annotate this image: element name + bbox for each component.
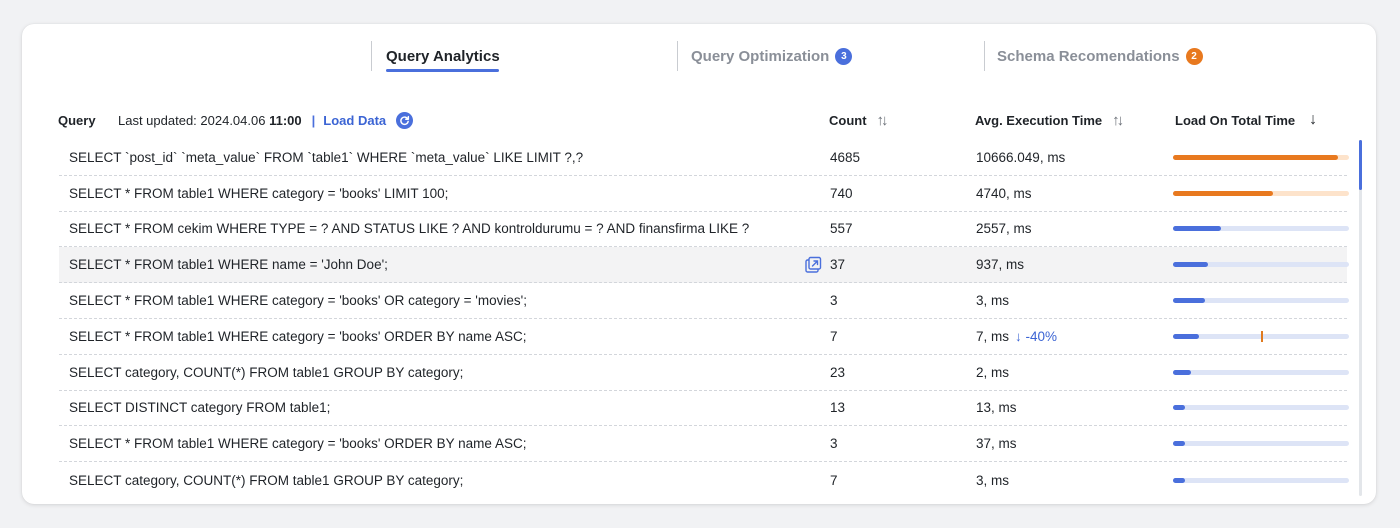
exec-time-value: 2, ms — [976, 364, 1010, 380]
load-bar — [1173, 405, 1349, 411]
load-bar — [1173, 441, 1349, 447]
load-bar — [1173, 154, 1349, 160]
query-header-label: Query — [58, 112, 96, 128]
load-bar-fill — [1173, 405, 1186, 411]
count-column-header[interactable]: Count ↑↓ — [829, 108, 889, 132]
table-row[interactable]: SELECT * FROM table1 WHERE name = 'John … — [59, 247, 1349, 284]
count-value: 3 — [830, 436, 838, 452]
load-bar-fill — [1173, 333, 1200, 339]
count-value: 13 — [830, 400, 846, 416]
load-bar — [1173, 190, 1349, 196]
load-bar-fill — [1173, 298, 1205, 304]
exec-time-value: 3, ms — [976, 472, 1010, 488]
trend-text: ↓ -40% — [1015, 328, 1058, 344]
tab-divider — [371, 41, 372, 71]
table-row[interactable]: SELECT category, COUNT(*) FROM table1 GR… — [59, 355, 1349, 391]
tab-label: Query Analytics — [386, 47, 500, 65]
query-text: SELECT * FROM cekim WHERE TYPE = ? AND S… — [69, 221, 750, 237]
sort-icon[interactable]: ↑↓ — [1112, 112, 1124, 129]
last-updated-time: 11:00 — [269, 112, 302, 128]
exec-time-value: 2557, ms — [976, 221, 1032, 237]
scrollbar[interactable] — [1359, 140, 1362, 496]
load-bar-fill — [1173, 477, 1186, 483]
load-bar-fill — [1173, 262, 1209, 268]
query-text: SELECT category, COUNT(*) FROM table1 GR… — [69, 364, 464, 380]
load-bar-fill — [1173, 154, 1339, 160]
load-header-label: Load On Total Time — [1175, 112, 1296, 128]
refresh-icon[interactable] — [396, 111, 414, 129]
count-value: 7 — [830, 472, 838, 488]
table-row[interactable]: SELECT * FROM table1 WHERE category = 'b… — [59, 319, 1349, 355]
sort-icon[interactable]: ↑↓ — [877, 112, 889, 129]
count-value: 740 — [830, 185, 853, 201]
load-bar — [1173, 330, 1349, 342]
exec-time-value: 7, ms — [976, 328, 1010, 344]
exec-time-value: 4740, ms — [976, 185, 1032, 201]
tab-label: Query Optimization — [691, 47, 830, 65]
active-tab-indicator — [386, 69, 499, 72]
table-row[interactable]: SELECT category, COUNT(*) FROM table1 GR… — [59, 462, 1349, 498]
exec-time-value: 10666.049, ms — [976, 149, 1066, 165]
count-badge: 3 — [835, 47, 853, 65]
exec-time-value: 937, ms — [976, 257, 1025, 273]
load-column-header[interactable]: Load On Total Time ↓ — [1175, 108, 1317, 132]
last-updated-text: Last updated: 2024.04.06 — [118, 112, 266, 128]
table-row[interactable]: SELECT * FROM table1 WHERE category = 'b… — [59, 283, 1349, 319]
count-value: 557 — [830, 221, 853, 237]
count-badge: 2 — [1185, 47, 1203, 65]
query-text: SELECT * FROM table1 WHERE category = 'b… — [69, 328, 527, 344]
load-bar — [1173, 477, 1349, 483]
load-bar-marker — [1261, 330, 1263, 342]
load-bar — [1173, 369, 1349, 375]
count-value: 23 — [830, 364, 846, 380]
table-row[interactable]: SELECT * FROM cekim WHERE TYPE = ? AND S… — [59, 212, 1349, 248]
load-bar-fill — [1173, 226, 1221, 232]
query-text: SELECT * FROM table1 WHERE category = 'b… — [69, 293, 527, 309]
tab-bar: Query Analytics Query Optimization 3 Sch… — [22, 24, 1376, 84]
exec-column-header[interactable]: Avg. Execution Time ↑↓ — [975, 108, 1124, 132]
load-bar — [1173, 226, 1349, 232]
tab-schema-recomendations[interactable]: Schema Recomendations 2 — [997, 40, 1203, 72]
open-external-icon[interactable] — [804, 256, 822, 274]
count-value: 7 — [830, 328, 838, 344]
exec-header-label: Avg. Execution Time — [975, 112, 1103, 128]
tab-label: Schema Recomendations — [997, 47, 1180, 65]
query-table: SELECT `post_id` `meta_value` FROM `tabl… — [59, 140, 1349, 498]
table-row[interactable]: SELECT `post_id` `meta_value` FROM `tabl… — [59, 140, 1349, 176]
load-bar — [1173, 262, 1349, 268]
query-text: SELECT * FROM table1 WHERE category = 'b… — [69, 185, 449, 201]
last-updated-bar: Last updated: 2024.04.06 11:00 | Load Da… — [118, 108, 414, 132]
sort-descending-icon[interactable]: ↓ — [1309, 111, 1317, 129]
query-text: SELECT category, COUNT(*) FROM table1 GR… — [69, 472, 464, 488]
table-row[interactable]: SELECT * FROM table1 WHERE category = 'b… — [59, 426, 1349, 463]
query-text: SELECT * FROM table1 WHERE category = 'b… — [69, 436, 527, 452]
tab-query-analytics[interactable]: Query Analytics — [386, 40, 500, 72]
query-text: SELECT * FROM table1 WHERE name = 'John … — [69, 257, 388, 273]
exec-time-value: 37, ms — [976, 436, 1017, 452]
query-analytics-card: Query Analytics Query Optimization 3 Sch… — [22, 24, 1376, 504]
scrollbar-thumb[interactable] — [1359, 140, 1362, 190]
load-data-link[interactable]: Load Data — [323, 113, 386, 128]
query-text: SELECT `post_id` `meta_value` FROM `tabl… — [69, 149, 584, 165]
count-header-label: Count — [829, 112, 867, 128]
tab-query-optimization[interactable]: Query Optimization 3 — [691, 40, 853, 72]
count-value: 37 — [830, 257, 846, 273]
table-row[interactable]: SELECT DISTINCT category FROM table1; 13… — [59, 391, 1349, 427]
load-bar-fill — [1173, 190, 1274, 196]
load-bar-fill — [1173, 369, 1191, 375]
exec-time-value: 13, ms — [976, 400, 1017, 416]
count-value: 3 — [830, 293, 838, 309]
query-text: SELECT DISTINCT category FROM table1; — [69, 400, 331, 416]
tab-divider — [677, 41, 678, 71]
separator: | — [311, 112, 316, 128]
load-bar-fill — [1173, 441, 1186, 447]
query-column-header: Query — [58, 108, 96, 132]
load-bar — [1173, 298, 1349, 304]
table-row[interactable]: SELECT * FROM table1 WHERE category = 'b… — [59, 176, 1349, 212]
tab-divider — [984, 41, 985, 71]
exec-time-value: 3, ms — [976, 293, 1010, 309]
count-value: 4685 — [830, 149, 861, 165]
